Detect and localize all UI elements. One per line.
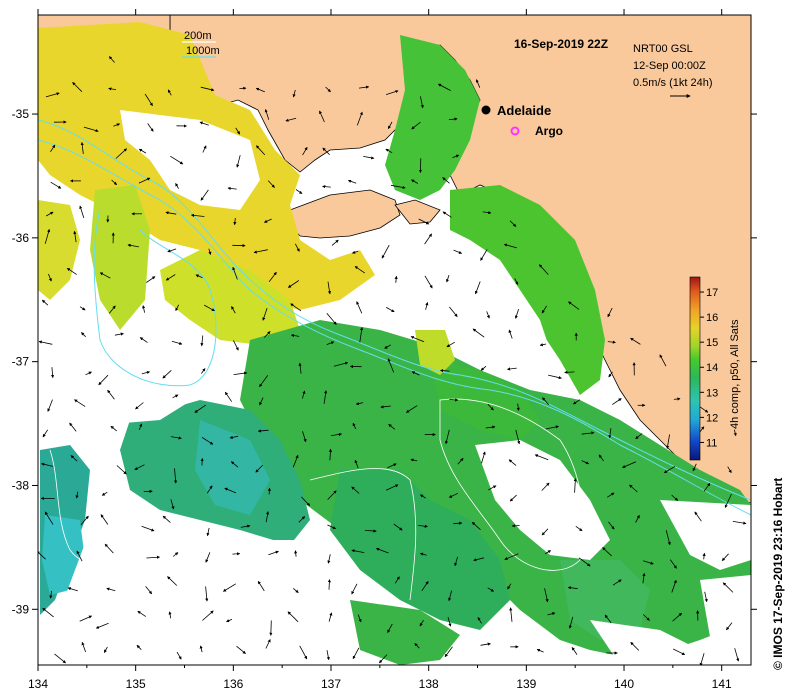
current-vector-arrow: [232, 552, 241, 556]
x-tick-label: 137: [321, 677, 341, 691]
product-line-3: 0.5m/s (1kt 24h): [633, 77, 712, 89]
y-tick-label: -36: [12, 231, 30, 245]
x-tick-label: 139: [516, 677, 536, 691]
colorbar-tick-label: 14: [706, 362, 718, 374]
colorbar-title: 4h comp, p50, All Sats: [729, 319, 741, 429]
colorbar-tick-label: 16: [706, 312, 718, 324]
current-vector-arrow: [267, 487, 271, 495]
y-tick-label: -39: [12, 602, 30, 616]
colorbar-tick-label: 11: [706, 437, 717, 449]
y-tick-label: -38: [12, 478, 30, 492]
colorbar-tick-label: 12: [706, 412, 718, 424]
current-vector-arrow: [511, 524, 520, 528]
argo-label: Argo: [535, 124, 563, 138]
y-tick-label: -37: [12, 355, 30, 369]
credit-text: © IMOS 17-Sep-2019 23:16 Hobart: [771, 478, 785, 670]
x-tick-label: 141: [712, 677, 732, 691]
x-tick-label: 138: [419, 677, 439, 691]
current-vector-arrow: [327, 579, 331, 590]
colorbar-tick-label: 13: [706, 387, 718, 399]
product-line-1: NRT00 GSL: [633, 43, 693, 55]
colorbar-tick-label: 15: [706, 337, 718, 349]
x-tick-label: 140: [614, 677, 634, 691]
map-title: 16-Sep-2019 22Z: [514, 37, 608, 51]
colorbar-tick-label: 17: [706, 287, 718, 299]
y-tick-label: -35: [12, 107, 30, 121]
x-tick-label: 135: [126, 677, 146, 691]
current-vector-arrow: [269, 620, 273, 636]
x-tick-label: 134: [28, 677, 48, 691]
colorbar: [689, 276, 701, 461]
product-line-2: 12-Sep 00:00Z: [633, 60, 706, 72]
adelaide-marker-icon: [481, 105, 491, 115]
legend-1000m: 1000m: [186, 45, 220, 57]
legend-200m: 200m: [184, 30, 212, 42]
x-tick-label: 136: [223, 677, 243, 691]
sst-map: 134 135 136 137 138 139 140 141 -35 -36 -37 -38 -39…: [12, 9, 785, 691]
adelaide-label: Adelaide: [497, 103, 551, 118]
